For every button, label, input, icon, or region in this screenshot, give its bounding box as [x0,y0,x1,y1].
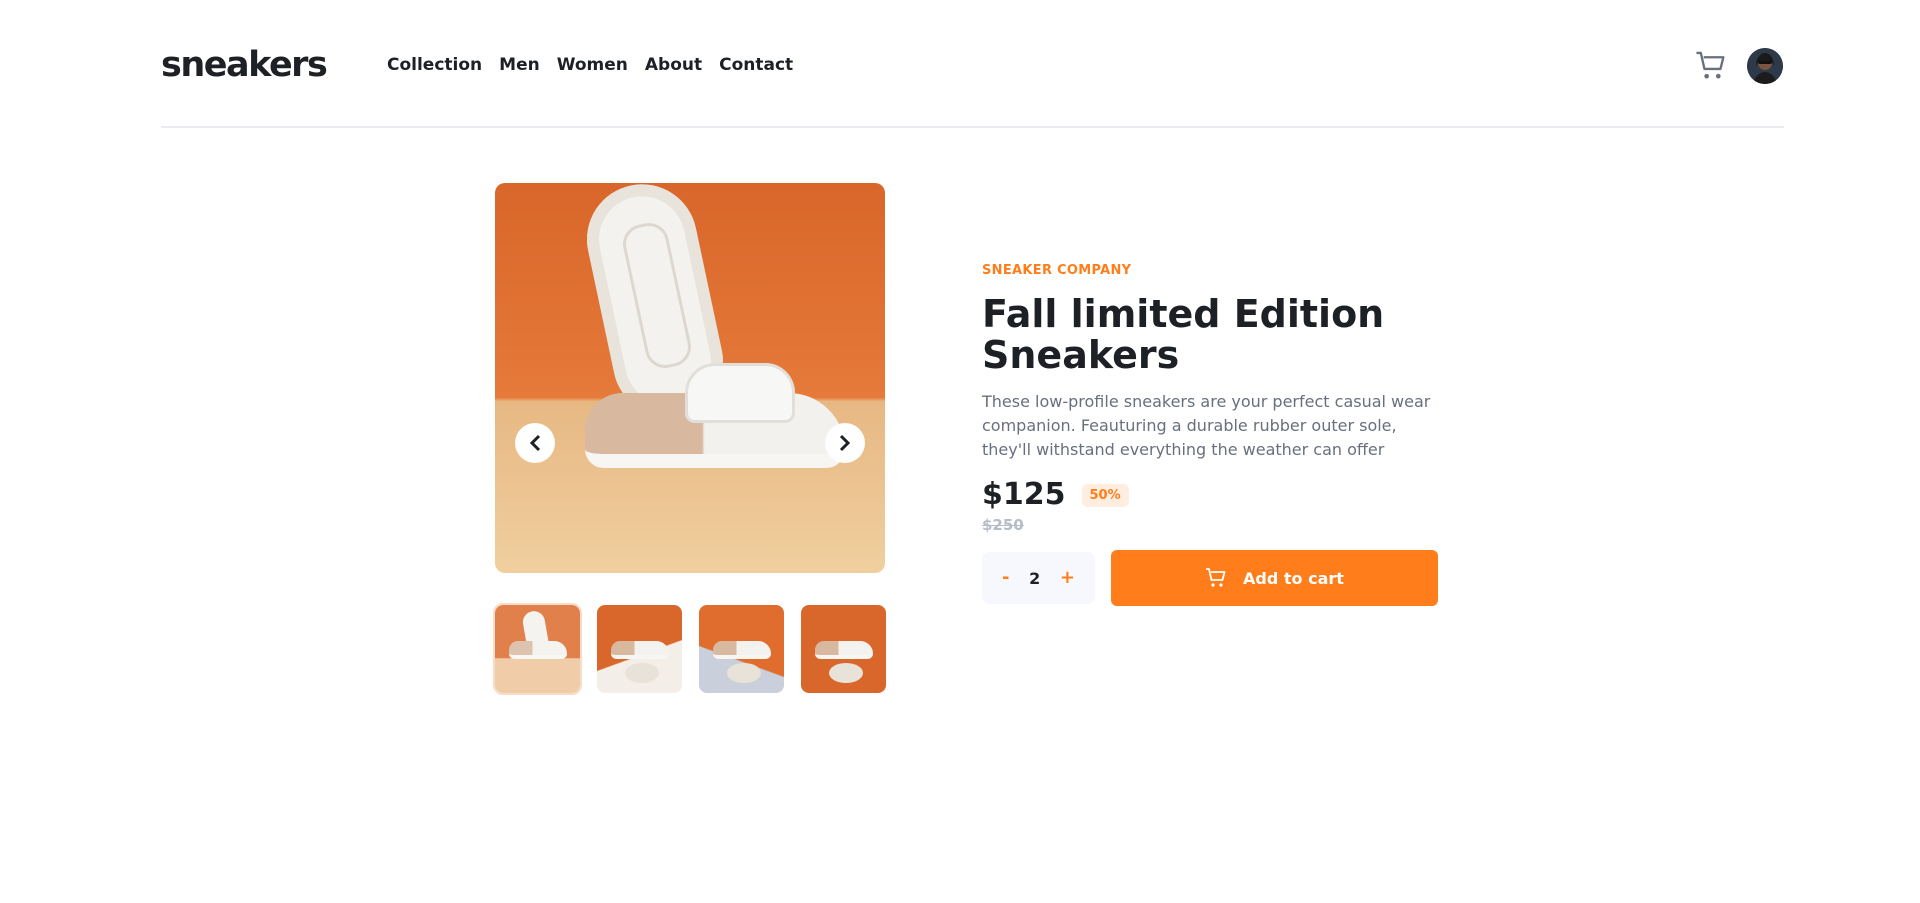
price-row: $125 50% [982,478,1442,512]
nav-link-women[interactable]: Women [557,54,628,76]
cart-icon [1696,51,1725,79]
thumbnail-1[interactable] [493,603,582,695]
increment-button[interactable]: + [1060,568,1075,588]
thumbnail-stone [829,663,863,683]
current-price: $125 [982,477,1066,512]
next-image-button[interactable] [825,423,865,463]
thumbnail-2[interactable] [597,605,682,693]
product-title: Fall limited Edition Sneakers [982,292,1385,377]
thumbnail-stone [727,663,761,683]
thumbnail-strip [493,603,886,695]
purchase-actions: - 2 + Add to cart [982,550,1442,606]
decrement-button[interactable]: - [1002,568,1009,588]
thumbnail-4[interactable] [801,605,886,693]
shoe-laces-illustration [685,363,795,423]
thumbnail-shoe [815,641,873,659]
brand-logo[interactable]: sneakers [161,45,328,85]
add-to-cart-button[interactable]: Add to cart [1111,550,1438,606]
thumbnail-shoe [713,641,771,659]
chevron-left-icon [529,434,541,452]
chevron-right-icon [839,434,851,452]
nav-link-about[interactable]: About [645,54,702,76]
avatar-image [1747,48,1783,84]
quantity-value: 2 [1029,568,1041,588]
site-header: sneakers Collection Men Women About Cont… [161,28,1784,128]
previous-image-button[interactable] [515,423,555,463]
discount-badge: 50% [1081,483,1129,507]
thumbnail-shoe [611,641,669,659]
quantity-stepper: - 2 + [982,552,1095,604]
original-price: $250 [982,516,1024,534]
nav-link-collection[interactable]: Collection [387,54,482,76]
add-to-cart-label: Add to cart [1243,568,1344,588]
product-info: SNEAKER COMPANY Fall limited Edition Sne… [982,262,1442,606]
product-main-image[interactable] [495,183,885,573]
main-nav: Collection Men Women About Contact [387,54,793,76]
thumbnail-3[interactable] [699,605,784,693]
nav-link-men[interactable]: Men [499,54,540,76]
nav-link-contact[interactable]: Contact [719,54,793,76]
thumbnail-shoe [509,641,567,659]
cart-button[interactable] [1693,48,1729,84]
product-page: sneakers Collection Men Women About Cont… [0,0,1920,903]
product-description: These low-profile sneakers are your perf… [982,392,1431,459]
cart-icon [1206,568,1226,587]
company-label: SNEAKER COMPANY [982,263,1132,278]
user-avatar[interactable] [1747,48,1783,84]
thumbnail-stone [625,663,659,683]
